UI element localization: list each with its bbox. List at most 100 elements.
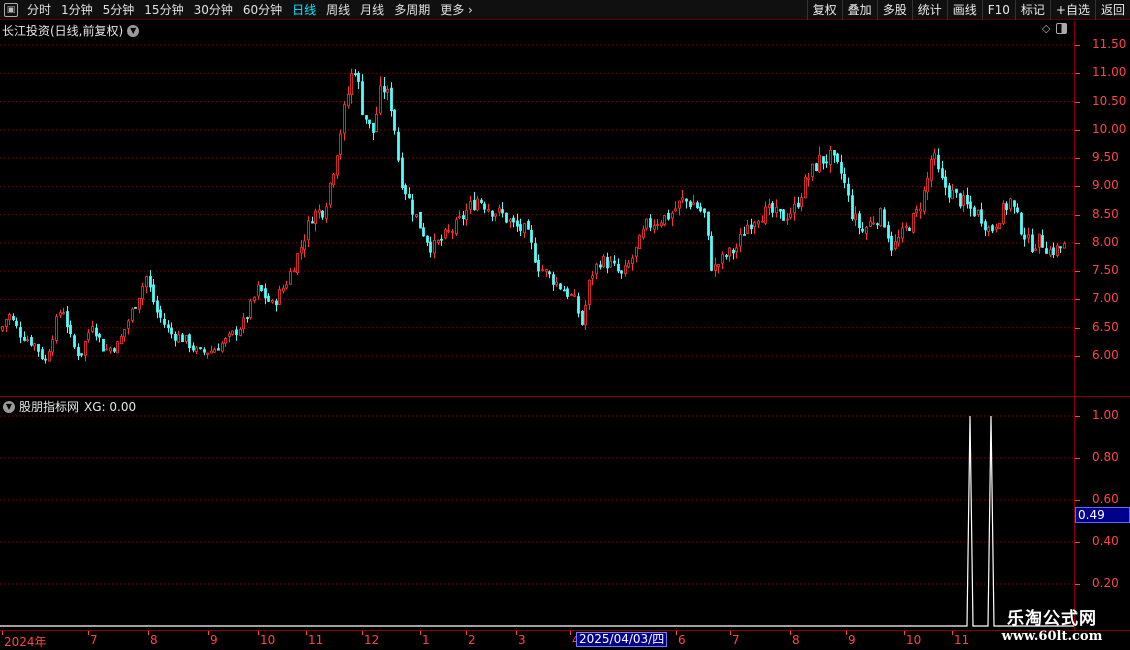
candle-body (249, 300, 252, 318)
candle-body (966, 194, 969, 205)
candle-body (1049, 249, 1052, 256)
toolbar-button-4[interactable]: 画线 (946, 0, 982, 20)
candle-body (347, 93, 350, 107)
candle-body (113, 348, 116, 352)
candle-body (368, 119, 371, 124)
candle-body (692, 202, 695, 206)
toolbar-button-1[interactable]: 叠加 (841, 0, 877, 20)
date-tick (904, 631, 905, 635)
candle-body (419, 211, 422, 229)
candle-body (512, 217, 515, 223)
candle-body (51, 339, 54, 353)
candle-body (318, 209, 321, 214)
candle-body (411, 199, 414, 215)
candle-body (437, 239, 440, 243)
candle-body (725, 255, 728, 257)
period-toolbar: ▣ 分时 1分钟 5分钟 15分钟 30分钟 60分钟 日线 周线 月线 多周期 更多 › 复权 叠加… (0, 0, 1130, 20)
price-label: 10.50 (1092, 93, 1127, 108)
candle-body (30, 337, 33, 346)
period-tab-1[interactable]: 1分钟 (56, 0, 98, 20)
candle-body (87, 332, 90, 341)
candle-body (926, 177, 929, 193)
candlestick-chart[interactable] (0, 21, 1074, 396)
toolbar-button-7[interactable]: +自选 (1049, 0, 1095, 20)
toolbar-button-8[interactable]: 返回 (1094, 0, 1130, 20)
candle-body (1002, 202, 1005, 224)
candle-body (523, 223, 526, 234)
candle-body (473, 199, 476, 211)
candle-body (375, 113, 378, 132)
candle-body (109, 347, 112, 352)
candle-body (69, 324, 72, 334)
candle-body (861, 228, 864, 232)
candle-body (815, 163, 818, 172)
period-tab-4[interactable]: 30分钟 (189, 0, 238, 20)
candle-body (339, 133, 342, 155)
candle-body (984, 221, 987, 231)
period-tab-8[interactable]: 月线 (355, 0, 389, 20)
candle-body (455, 219, 458, 235)
period-tab-3[interactable]: 15分钟 (139, 0, 188, 20)
toolbar-button-6[interactable]: 标记 (1014, 0, 1050, 20)
date-tick (306, 631, 307, 635)
indicator-chart[interactable] (0, 397, 1074, 630)
candle-body (123, 329, 126, 338)
candle-body (15, 320, 18, 326)
period-tab-5[interactable]: 60分钟 (238, 0, 287, 20)
watermark-title: 乐淘公式网 (1007, 609, 1097, 629)
toolbar-button-5[interactable]: F10 (981, 0, 1015, 20)
candle-body (314, 210, 317, 224)
candle-body (739, 234, 742, 247)
candle-body (361, 81, 364, 115)
candle-body (591, 275, 594, 279)
candle-body (825, 161, 828, 164)
candle-body (239, 328, 242, 336)
candle-body (401, 157, 404, 189)
date-label: 8 (792, 633, 800, 647)
period-tab-6[interactable]: 日线 (287, 0, 321, 20)
candle-body (836, 153, 839, 162)
candle-body (919, 208, 922, 212)
period-tab-2[interactable]: 5分钟 (98, 0, 140, 20)
price-tick (1075, 158, 1080, 160)
price-label: 8.50 (1092, 206, 1119, 221)
indicator-tick (1075, 542, 1080, 543)
candle-body (854, 213, 857, 221)
indicator-tick (1075, 584, 1080, 585)
candle-body (638, 234, 641, 250)
period-tab-9[interactable]: 多周期 (389, 0, 435, 20)
candle-body (145, 276, 148, 288)
candle-body (48, 351, 51, 362)
toolbar-button-2[interactable]: 多股 (876, 0, 912, 20)
candle-body (624, 265, 627, 275)
candle-body (267, 295, 270, 302)
candle-body (343, 104, 346, 134)
candle-body (890, 235, 893, 251)
price-label: 7.00 (1092, 291, 1119, 306)
candle-body (649, 218, 652, 228)
price-label: 6.00 (1092, 348, 1119, 362)
candle-body (181, 334, 184, 342)
period-tab-7[interactable]: 周线 (321, 0, 355, 20)
candle-body (282, 287, 285, 292)
period-tab-10[interactable]: 更多 › (435, 0, 478, 20)
candle-body (365, 115, 368, 120)
candle-body (757, 220, 760, 225)
candle-body (246, 317, 249, 320)
candle-body (498, 207, 501, 213)
candle-body (782, 209, 785, 221)
date-label: 8 (150, 633, 158, 647)
candle-body (429, 241, 432, 253)
price-tick (1075, 73, 1080, 75)
candle-body (980, 209, 983, 224)
cursor-date-badge: 2025/04/03/四 (576, 632, 668, 647)
candle-body (177, 334, 180, 343)
toolbar-button-0[interactable]: 复权 (806, 0, 842, 20)
candle-body (566, 288, 569, 297)
period-tab-0[interactable]: 分时 (22, 0, 56, 20)
candle-body (937, 154, 940, 170)
layout-toggle-icon[interactable]: ▣ (4, 2, 18, 17)
candle-body (1016, 207, 1019, 213)
toolbar-button-3[interactable]: 统计 (911, 0, 947, 20)
candle-body (1045, 248, 1048, 254)
